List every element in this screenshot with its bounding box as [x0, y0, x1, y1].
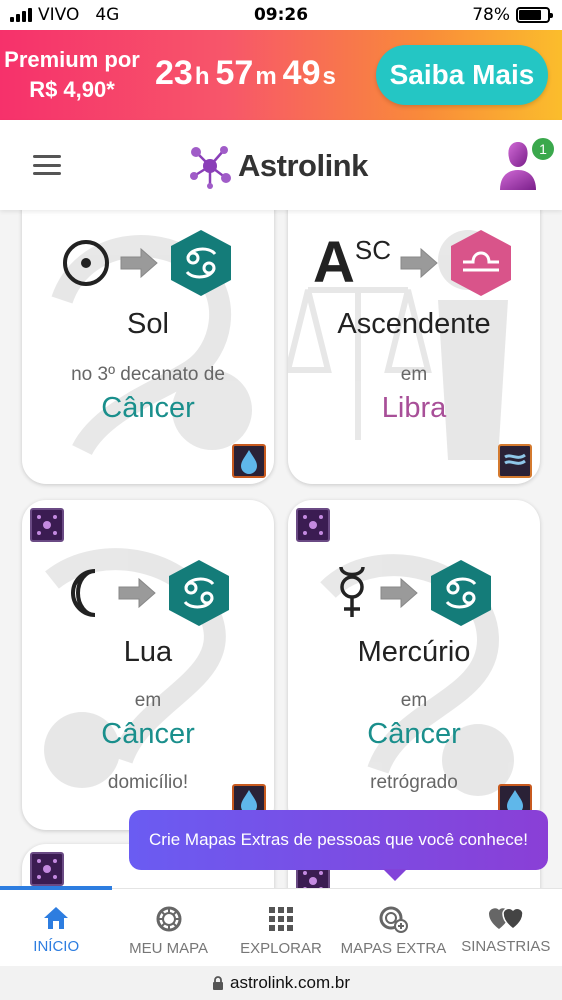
add-chart-icon	[379, 906, 409, 933]
sun-symbol-icon	[63, 240, 109, 286]
chart-summary-grid: Sol no 3º decanato de Câncer A SC Ascend…	[0, 210, 562, 890]
bottom-tab-bar: INÍCIO MEU MAPA EXPLORAR MAPAS EXTRA SIN…	[0, 888, 562, 966]
asc-letter: A	[312, 230, 355, 295]
tab-explorar-label: EXPLORAR	[240, 940, 322, 957]
promo-line-2: R$ 4,90*	[29, 77, 115, 102]
tab-sinastrias[interactable]: SINASTRIAS	[450, 889, 562, 966]
asc-superscript: SC	[354, 235, 391, 265]
cancer-sign-hex-icon	[169, 560, 229, 626]
countdown-hours: 23	[155, 54, 193, 92]
card-lua[interactable]: Lua em Câncer domicílio!	[22, 500, 274, 830]
hearts-icon	[488, 907, 524, 930]
planet-badge-icon	[296, 508, 330, 542]
cancer-sign-hex-icon	[171, 230, 231, 296]
promo-countdown: 23 h 57 m 49 s	[155, 54, 340, 93]
astrolink-logo[interactable]: Astrolink	[188, 142, 368, 190]
arrow-right-icon	[120, 247, 158, 279]
mercury-symbol-icon	[339, 566, 365, 617]
menu-icon[interactable]	[33, 155, 61, 175]
status-bar: VIVO 4G 09:26 78%	[0, 0, 562, 30]
countdown-minutes: 57	[215, 54, 254, 92]
libra-sign-hex-icon	[451, 230, 511, 296]
arrow-right-icon	[118, 577, 156, 609]
ascendente-sign: Libra	[381, 392, 447, 424]
countdown-seconds: 49	[282, 54, 321, 92]
tab-mapas-extra[interactable]: MAPAS EXTRA	[337, 889, 449, 966]
countdown-s: s	[322, 63, 336, 90]
tab-inicio-label: INÍCIO	[33, 938, 80, 955]
url-text: astrolink.com.br	[230, 973, 350, 992]
sol-transition	[22, 228, 274, 298]
tab-meu-mapa-label: MEU MAPA	[129, 940, 209, 957]
card-ascendente[interactable]: A SC Ascendente em Libra	[288, 210, 540, 484]
ascendente-title: Ascendente	[337, 308, 491, 340]
chart-wheel-icon	[156, 906, 182, 932]
tab-explorar[interactable]: EXPLORAR	[225, 889, 337, 966]
lock-icon	[213, 976, 223, 990]
battery-icon	[516, 7, 553, 23]
notification-badge[interactable]: 1	[530, 136, 556, 162]
ascendente-sub: em	[400, 364, 428, 385]
sol-sub: no 3º decanato de	[71, 364, 225, 385]
sol-sign: Câncer	[101, 392, 195, 424]
logo-molecule-icon	[190, 146, 231, 189]
water-element-icon	[232, 444, 266, 478]
tab-sinastrias-label: SINASTRIAS	[461, 938, 551, 955]
card-mercurio[interactable]: Mercúrio em Câncer retrógrado	[288, 500, 540, 830]
browser-url-bar[interactable]: astrolink.com.br	[0, 966, 562, 1000]
moon-symbol-icon	[71, 569, 96, 617]
premium-promo-banner[interactable]: Premium por R$ 4,90* 23 h 57 m 49 s Saiba M…	[0, 30, 562, 120]
app-header: Astrolink	[0, 120, 562, 210]
promo-text: Premium por R$ 4,90*	[2, 45, 142, 105]
mapas-extra-tooltip[interactable]: Crie Mapas Extras de pessoas que você co…	[129, 810, 548, 881]
lua-sub: em	[134, 690, 162, 711]
promo-line-1: Premium por	[4, 47, 140, 72]
lua-transition	[22, 558, 274, 628]
home-icon	[44, 907, 69, 929]
lua-title: Lua	[123, 636, 173, 668]
ascendente-transition: A SC	[288, 228, 540, 298]
arrow-right-icon	[400, 247, 438, 279]
mercurio-sign: Câncer	[367, 718, 461, 750]
lua-sign: Câncer	[101, 718, 195, 750]
tab-meu-mapa[interactable]: MEU MAPA	[112, 889, 224, 966]
sol-title: Sol	[127, 308, 169, 340]
arrow-right-icon	[380, 577, 418, 609]
logo-text: Astrolink	[238, 148, 368, 183]
tab-inicio[interactable]: INÍCIO	[0, 889, 112, 966]
cancer-sign-hex-icon	[431, 560, 491, 626]
mercurio-transition	[288, 558, 540, 628]
grid-icon	[269, 907, 294, 931]
planet-badge-icon	[30, 508, 64, 542]
countdown-h: h	[194, 63, 210, 90]
countdown-m: m	[255, 63, 277, 90]
air-element-icon	[498, 444, 532, 478]
planet-badge-icon	[30, 852, 64, 886]
mercurio-title: Mercúrio	[357, 636, 471, 668]
active-tab-indicator	[0, 886, 112, 890]
battery-percent: 78%	[472, 5, 510, 25]
status-right: 78%	[472, 5, 553, 25]
mercurio-sub: em	[400, 690, 428, 711]
ascendant-symbol-icon: A SC	[312, 230, 391, 295]
card-sol[interactable]: Sol no 3º decanato de Câncer	[22, 210, 274, 484]
saiba-mais-button[interactable]: Saiba Mais	[376, 45, 548, 105]
tab-mapas-extra-label: MAPAS EXTRA	[340, 940, 447, 957]
